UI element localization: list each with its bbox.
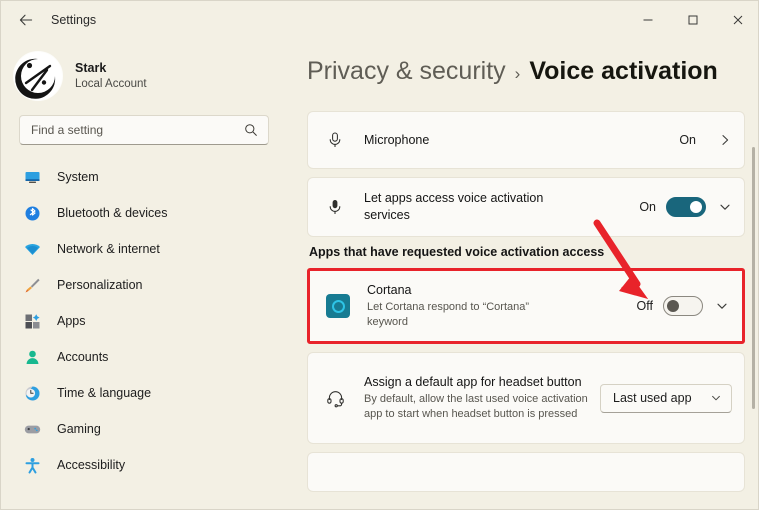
- sidebar-item-time-language[interactable]: Time & language: [13, 375, 277, 411]
- wifi-icon: [23, 240, 41, 258]
- headset-right: Last used app: [600, 383, 732, 413]
- breadcrumb-separator: ›: [514, 64, 521, 83]
- paintbrush-icon: [23, 276, 41, 294]
- back-button[interactable]: [9, 5, 43, 35]
- content-pane: Privacy & security › Voice activation Mi…: [291, 39, 758, 509]
- headset-subtitle: By default, allow the last used voice ac…: [364, 392, 588, 420]
- toggle-knob: [690, 201, 702, 213]
- voice-access-state: On: [639, 200, 656, 214]
- microphone-title: Microphone: [364, 132, 430, 147]
- voice-access-body: Let apps access voice activation service…: [348, 190, 639, 224]
- sidebar: Stark Local Account Find a setting Syste…: [1, 39, 291, 509]
- sidebar-item-label: Network & internet: [57, 242, 160, 256]
- chevron-down-icon[interactable]: [715, 299, 729, 313]
- bluetooth-icon: [23, 204, 41, 222]
- microphone-icon: [322, 198, 348, 216]
- maximize-button[interactable]: [670, 1, 715, 39]
- cortana-icon: [325, 294, 351, 318]
- account-name: Stark: [75, 61, 107, 75]
- sidebar-item-bluetooth-devices[interactable]: Bluetooth & devices: [13, 195, 277, 231]
- sidebar-item-label: Apps: [57, 314, 86, 328]
- sidebar-item-accessibility[interactable]: Accessibility: [13, 447, 277, 483]
- page-title: Voice activation: [529, 57, 718, 85]
- breadcrumb-parent[interactable]: Privacy & security: [307, 57, 506, 86]
- maximize-icon: [688, 15, 697, 25]
- sidebar-item-label: Accessibility: [57, 458, 126, 472]
- microphone-card[interactable]: Microphone On: [307, 111, 745, 169]
- system-monitor-icon: [23, 168, 41, 186]
- cortana-state: Off: [636, 299, 653, 313]
- headset-body: Assign a default app for headset button …: [348, 374, 600, 422]
- sidebar-item-gaming[interactable]: Gaming: [13, 411, 277, 447]
- settings-window: Settings Stark Local Account Find a sett…: [0, 0, 759, 510]
- headset-default-app-dropdown[interactable]: Last used app: [600, 383, 732, 413]
- close-icon: [733, 15, 742, 25]
- window-controls: [625, 1, 758, 39]
- sidebar-item-personalization[interactable]: Personalization: [13, 267, 277, 303]
- next-card-partial[interactable]: [307, 452, 745, 492]
- avatar: [13, 51, 63, 101]
- chevron-down-icon[interactable]: [718, 200, 732, 214]
- microphone-body: Microphone: [348, 132, 679, 149]
- person-icon: [23, 348, 41, 366]
- cortana-card[interactable]: Cortana Let Cortana respond to “Cortana”…: [311, 272, 741, 340]
- cortana-ring: [331, 299, 345, 313]
- headset-icon: [322, 389, 348, 408]
- headset-title: Assign a default app for headset button: [364, 374, 582, 389]
- cortana-body: Cortana Let Cortana respond to “Cortana”…: [351, 282, 637, 330]
- sidebar-item-label: Bluetooth & devices: [57, 206, 168, 220]
- sidebar-item-label: Accounts: [57, 350, 109, 364]
- search-box[interactable]: [19, 115, 269, 145]
- cortana-toggle[interactable]: [663, 296, 703, 316]
- close-button[interactable]: [715, 1, 758, 39]
- voice-access-toggle[interactable]: [666, 197, 706, 217]
- dropdown-value: Last used app: [613, 391, 692, 405]
- account-text: Stark Local Account: [75, 61, 147, 91]
- headset-card[interactable]: Assign a default app for headset button …: [307, 352, 745, 444]
- settings-cards: Microphone On Let apps access voice acti…: [307, 111, 745, 509]
- cortana-tile: [326, 294, 350, 318]
- search-input[interactable]: [20, 123, 244, 137]
- sidebar-item-system[interactable]: System: [13, 159, 277, 195]
- minimize-icon: [643, 19, 652, 21]
- title-bar: Settings: [1, 1, 758, 39]
- voice-access-title: Let apps access voice activation service…: [364, 191, 544, 222]
- toggle-knob: [667, 300, 679, 312]
- content-scrollbar[interactable]: [752, 147, 755, 409]
- microphone-state: On: [679, 133, 696, 147]
- minimize-button[interactable]: [625, 1, 670, 39]
- cortana-title: Cortana: [367, 282, 412, 297]
- clock-globe-icon: [23, 384, 41, 402]
- window-title: Settings: [51, 13, 97, 27]
- sidebar-item-label: Gaming: [57, 422, 101, 436]
- search-icon: [244, 123, 268, 137]
- gamepad-icon: [23, 420, 41, 438]
- voice-access-card[interactable]: Let apps access voice activation service…: [307, 177, 745, 237]
- account-section[interactable]: Stark Local Account: [1, 39, 291, 115]
- section-label: Apps that have requested voice activatio…: [309, 245, 605, 259]
- cortana-highlight-box: Cortana Let Cortana respond to “Cortana”…: [307, 268, 745, 344]
- sidebar-nav: System Bluetooth & devices Network & int…: [1, 159, 291, 483]
- cortana-right: Off: [637, 296, 729, 316]
- sidebar-item-network-internet[interactable]: Network & internet: [13, 231, 277, 267]
- cortana-subtitle: Let Cortana respond to “Cortana” keyword: [367, 300, 530, 328]
- accessibility-icon: [23, 456, 41, 474]
- back-arrow-icon: [19, 14, 33, 26]
- sidebar-item-apps[interactable]: Apps: [13, 303, 277, 339]
- account-type: Local Account: [75, 77, 147, 90]
- chevron-right-icon[interactable]: [718, 133, 732, 147]
- sidebar-item-label: Personalization: [57, 278, 143, 292]
- sidebar-item-accounts[interactable]: Accounts: [13, 339, 277, 375]
- breadcrumb: Privacy & security › Voice activation: [307, 57, 718, 86]
- voice-access-right: On: [639, 197, 732, 217]
- sidebar-item-label: System: [57, 170, 99, 184]
- apps-grid-icon: [23, 312, 41, 330]
- microphone-right: On: [679, 133, 732, 147]
- sidebar-item-label: Time & language: [57, 386, 152, 400]
- user-avatar-icon: [14, 52, 62, 100]
- chevron-down-icon: [710, 392, 722, 404]
- microphone-icon: [322, 131, 348, 149]
